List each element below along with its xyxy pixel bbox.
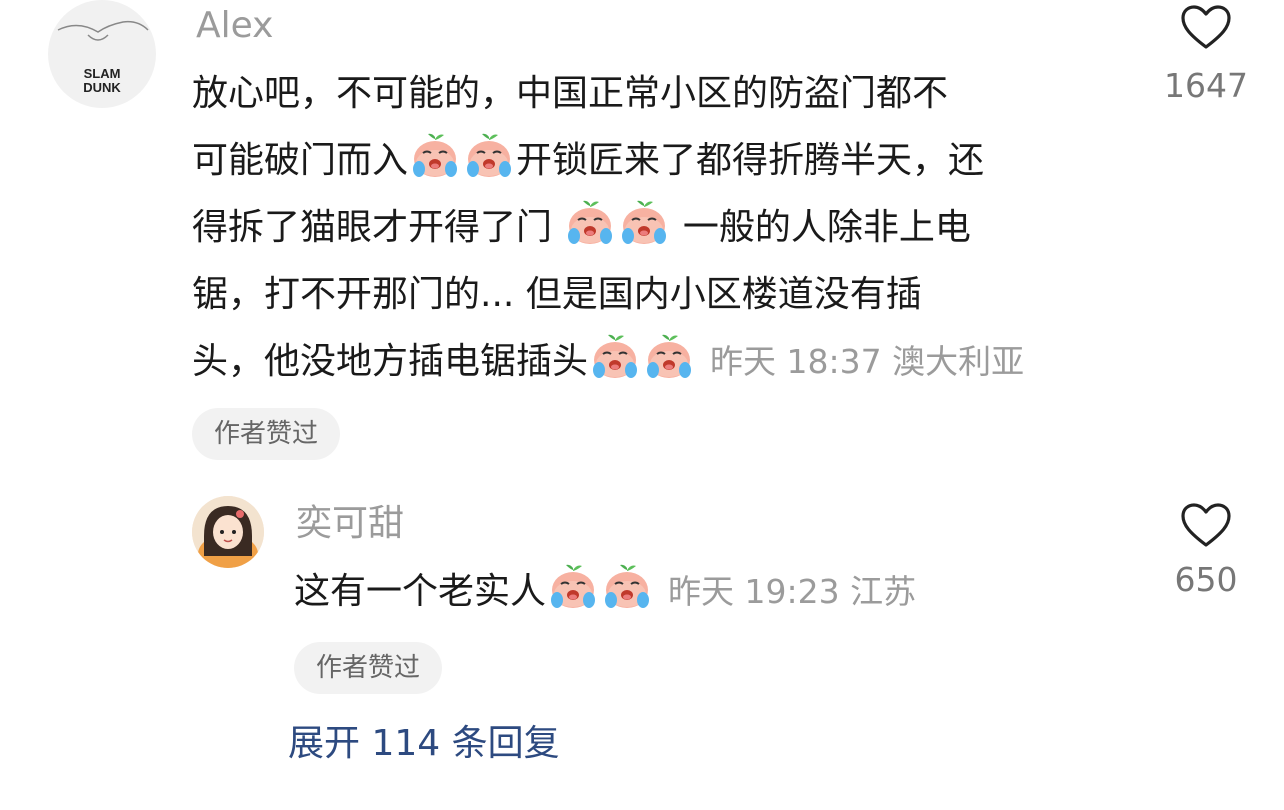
reply-avatar[interactable] <box>192 496 264 568</box>
comment-line-4: 锯，打不开那门的... 但是国内小区楼道没有插 <box>192 274 922 315</box>
reply-like-button[interactable]: 650 <box>1160 502 1252 599</box>
reply-text: 这有一个老实人 <box>294 571 547 612</box>
crying-emoji-icon <box>642 332 696 382</box>
avatar-text-2: DUNK <box>83 80 121 95</box>
crying-emoji-icon <box>408 131 462 181</box>
reply-text-row: 这有一个老实人 昨天 19:23 江苏 <box>294 558 1134 625</box>
comment-line-3: 得拆了猫眼才开得了门 一般的人除非上电 <box>192 194 1152 261</box>
comment-time-location: 昨天 18:37 澳大利亚 <box>710 342 1025 381</box>
comment-line-5: 头，他没地方插电锯插头 昨天 18:37 澳大利亚 <box>192 328 1152 395</box>
comment-line-3-text: 得拆了猫眼才开得了门 <box>192 207 564 248</box>
heart-outline-icon <box>1160 4 1252 50</box>
commenter-avatar[interactable]: SLAM DUNK <box>48 0 156 108</box>
avatar-text-1: SLAM <box>84 66 121 81</box>
reply-author-liked-badge: 作者赞过 <box>294 642 443 694</box>
comment-like-count: 1647 <box>1164 66 1248 105</box>
comment-line-2-text: 可能破门而入 <box>192 140 409 181</box>
comment-like-button[interactable]: 1647 <box>1160 4 1252 105</box>
crying-emoji-icon <box>617 198 671 248</box>
comment-text: 放心吧，不可能的，中国正常小区的防盗门都不 可能破门而入 开锁匠来了都得折腾半天，… <box>192 60 1152 395</box>
crying-emoji-icon <box>546 562 600 612</box>
comment-line-2: 可能破门而入 开锁匠来了都得折腾半天，还 <box>192 127 1152 194</box>
comment-line-1: 放心吧，不可能的，中国正常小区的防盗门都不 <box>192 73 949 114</box>
reply-username[interactable]: 奕可甜 <box>296 502 404 546</box>
reply-time-location: 昨天 19:23 江苏 <box>668 572 917 611</box>
author-liked-badge: 作者赞过 <box>192 408 341 460</box>
crying-emoji-icon <box>462 131 516 181</box>
comment-line-3-text-b: 一般的人除非上电 <box>671 207 971 248</box>
comment-line-2-text-b: 开锁匠来了都得折腾半天，还 <box>516 140 985 181</box>
heart-outline-icon <box>1160 502 1252 548</box>
crying-emoji-icon <box>600 562 654 612</box>
reply-like-count: 650 <box>1174 560 1238 599</box>
expand-replies-link[interactable]: 展开 114 条回复 <box>288 722 560 766</box>
comment-line-5-text: 头，他没地方插电锯插头 <box>192 341 589 382</box>
crying-emoji-icon <box>588 332 642 382</box>
crying-emoji-icon <box>563 198 617 248</box>
commenter-username[interactable]: Alex <box>196 4 273 48</box>
